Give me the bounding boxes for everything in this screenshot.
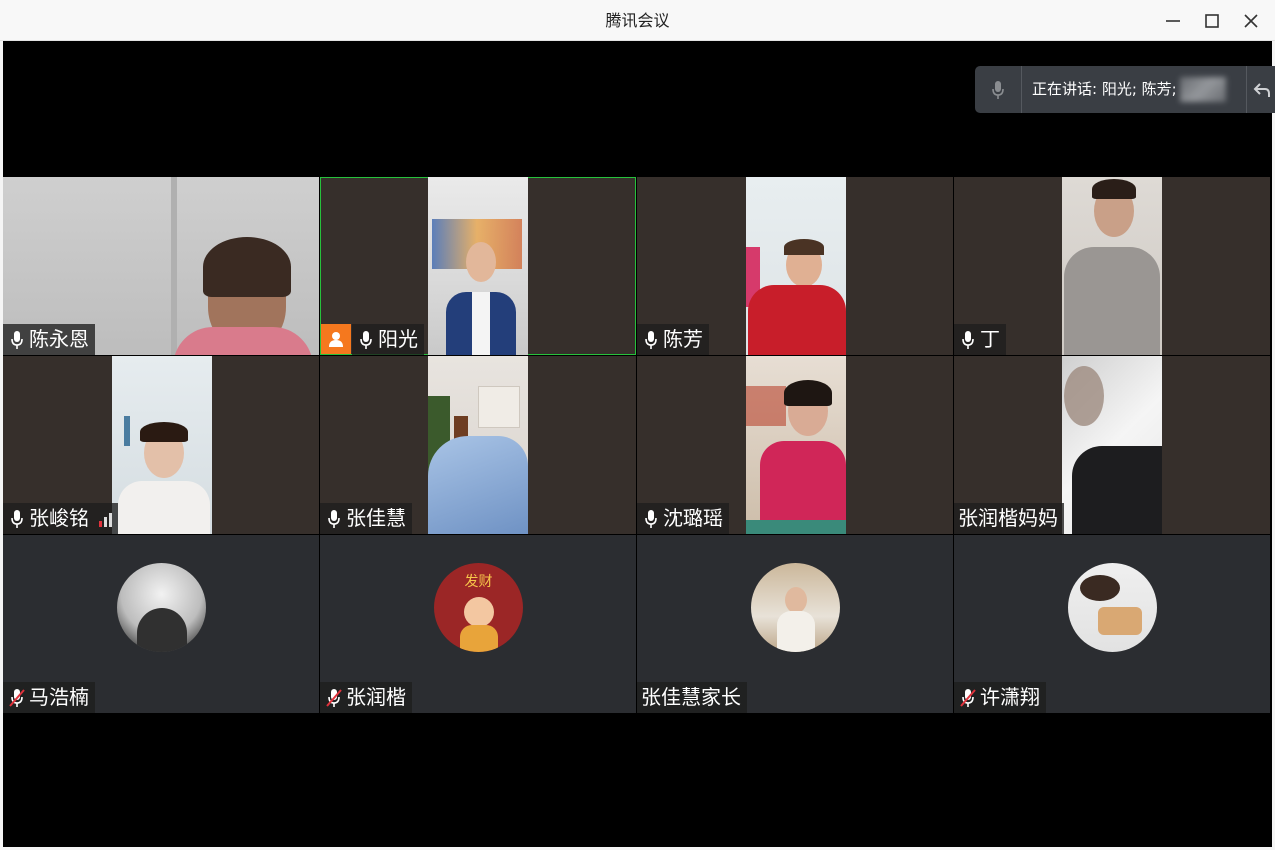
participant-name: 沈璐瑶 [663,506,723,530]
participant-label: 马浩楠 [3,682,95,713]
microphone-muted-icon [9,688,25,707]
participant-avatar [751,563,840,652]
video-tile-7[interactable]: 沈璐瑶 [637,356,953,534]
video-grid: 陈永恩 阳光 陈芳 丁 张峻铭 张佳慧 沈璐瑶 张润楷妈妈 马浩楠 发财 张润楷… [3,177,1272,713]
speaking-names: 阳光; 陈芳; [1101,80,1177,98]
video-tile-8[interactable]: 张润楷妈妈 [954,356,1270,534]
participant-name: 丁 [980,327,1000,351]
participant-name: 陈芳 [663,327,703,351]
participant-label: 丁 [954,324,1006,355]
participant-label: 张润楷妈妈 [954,503,1064,534]
participant-avatar [1068,563,1157,652]
video-tile-11[interactable]: 张佳慧家长 [637,535,953,713]
video-feed [746,356,846,534]
maximize-icon [1205,14,1219,28]
video-tile-3[interactable]: 陈芳 [637,177,953,355]
microphone-icon [645,330,657,349]
speaking-mic-button[interactable] [975,66,1022,113]
video-feed [1062,356,1162,534]
speaking-text: 正在讲话: 阳光; 陈芳; [1032,66,1177,113]
host-badge [321,324,351,354]
participant-name: 张润楷 [346,685,406,709]
video-tile-2[interactable]: 阳光 [320,177,636,355]
participant-label: 许潇翔 [954,682,1046,713]
microphone-muted-icon [960,688,976,707]
video-tile-9[interactable]: 马浩楠 [3,535,319,713]
participant-name: 张佳慧家长 [641,685,741,709]
video-feed [1062,177,1162,355]
participant-label: 张佳慧家长 [637,682,747,713]
microphone-icon [360,330,372,349]
window-title: 腾讯会议 [605,11,670,30]
microphone-icon [962,330,974,349]
participant-avatar [117,563,206,652]
signal-icon [99,511,112,527]
video-stage: 正在讲话: 阳光; 陈芳; 陈永恩 阳光 陈芳 丁 张峻铭 张佳慧 沈璐瑶 张润… [3,41,1275,847]
participant-label: 张佳慧 [320,503,412,534]
video-feed [746,177,846,355]
participant-name: 阳光 [378,327,418,351]
collapse-button[interactable] [1246,66,1275,113]
minimize-button[interactable] [1160,8,1186,34]
participant-label: 张峻铭 [3,503,118,534]
close-icon [1244,14,1258,28]
video-tile-12[interactable]: 许潇翔 [954,535,1270,713]
minimize-icon [1166,20,1180,22]
video-tile-1[interactable]: 陈永恩 [3,177,319,355]
participant-name: 陈永恩 [29,327,89,351]
microphone-icon [328,509,340,528]
title-bar: 腾讯会议 [0,0,1275,41]
avatar-text: 发财 [464,574,493,590]
participant-name: 张佳慧 [346,506,406,530]
microphone-muted-icon [326,688,342,707]
video-feed [428,177,528,355]
video-tile-4[interactable]: 丁 [954,177,1270,355]
speaking-label: 正在讲话: [1032,80,1102,98]
microphone-icon [992,80,1004,99]
microphone-icon [645,509,657,528]
blurred-names [1180,77,1226,102]
host-icon [329,332,343,347]
participant-label: 张润楷 [320,682,412,713]
video-feed [112,356,212,534]
participant-name: 马浩楠 [29,685,89,709]
close-button[interactable] [1238,8,1264,34]
participant-label: 阳光 [352,324,424,355]
microphone-icon [11,330,23,349]
participant-name: 张润楷妈妈 [958,506,1058,530]
participant-name: 张峻铭 [29,506,89,530]
return-icon [1253,82,1270,97]
video-feed [428,356,528,534]
video-tile-10[interactable]: 发财 张润楷 [320,535,636,713]
video-tile-5[interactable]: 张峻铭 [3,356,319,534]
participant-label: 陈永恩 [3,324,95,355]
participant-avatar: 发财 [434,563,523,652]
video-tile-6[interactable]: 张佳慧 [320,356,636,534]
maximize-button[interactable] [1199,8,1225,34]
participant-label: 沈璐瑶 [637,503,729,534]
participant-name: 许潇翔 [980,685,1040,709]
microphone-icon [11,509,23,528]
speaking-indicator: 正在讲话: 阳光; 陈芳; [975,66,1275,113]
participant-label: 陈芳 [637,324,709,355]
